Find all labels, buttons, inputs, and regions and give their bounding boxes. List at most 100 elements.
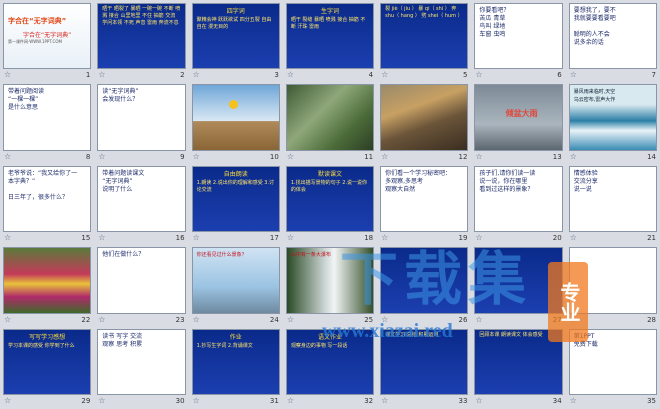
slide-number: 22 <box>81 315 91 324</box>
transition-star-icon: ☆ <box>569 70 577 80</box>
transition-star-icon: ☆ <box>98 233 106 243</box>
transition-star-icon: ☆ <box>4 233 12 243</box>
slide-preview[interactable] <box>3 247 92 314</box>
slide-preview[interactable]: 暴风雨来临时,天空 乌云密布,雷声大作 <box>568 84 657 151</box>
slide-footer: ☆ 3 <box>193 70 279 80</box>
slide-thumbnail-21[interactable]: 情感体验 交流分享 说一说 ☆ 21 <box>568 165 658 244</box>
slide-thumbnail-14[interactable]: 暴风雨来临时,天空 乌云密布,雷声大作 ☆ 14 <box>568 83 658 162</box>
slide-preview[interactable]: 字合在“无字词典” 字合在“无字词典” 第一课件网·WWW.1PPT.COM <box>3 3 92 70</box>
slide-title: 四字词 <box>226 8 245 15</box>
slide-footer: ☆ 30 <box>98 396 184 406</box>
slide-thumbnail-5[interactable]: 裂 jiè（ jiu ） 暴 qi（ shi ） 奔 shu（ hang ） 劈… <box>379 2 469 81</box>
slide-number: 21 <box>647 234 656 243</box>
slide-preview[interactable]: 读“无字词典” 会发现什么？ <box>97 84 186 151</box>
slide-body-text: 你们看一个学习秘密吧： 多观察,多思考 观察大自然 <box>385 169 452 193</box>
slide-footer: ☆ 12 <box>381 152 467 162</box>
slide-preview[interactable]: 他们在做什么？ <box>97 247 186 314</box>
slide-preview[interactable]: 带着问题读课文 “无字词典” 说明了什么 <box>97 165 186 233</box>
slide-preview[interactable]: 晒干 晒裂了 暴晒 一碗一碗 不断 喷溅 接合 山里地里 不住 抽筋 交流 学问… <box>97 3 186 70</box>
slide-title: 默读课文 <box>317 170 342 178</box>
transition-star-icon: ☆ <box>4 70 12 80</box>
transition-star-icon: ☆ <box>4 151 12 161</box>
slide-preview[interactable] <box>191 84 280 151</box>
slide-thumbnail-2[interactable]: 晒干 晒裂了 暴晒 一碗一碗 不断 喷溅 接合 山里地里 不住 抽筋 交流 学问… <box>96 2 186 81</box>
transition-star-icon: ☆ <box>98 396 106 405</box>
slide-footer: ☆ 6 <box>475 70 561 80</box>
transition-star-icon: ☆ <box>98 314 106 324</box>
slide-number: 20 <box>552 234 562 243</box>
slide-thumbnail-4[interactable]: 生字词 晒干 裂缝 暴晒 喷溅 接合 抽筋 不断 汗珠 雷雨 ☆ 4 <box>285 2 375 81</box>
slide-footer: ☆ 7 <box>570 70 656 80</box>
slide-thumbnail-31[interactable]: 作业 1.抄写生字词 2.背诵课文 ☆ 31 <box>191 328 281 407</box>
slide-body-text: 1.朗读 2.说出你的理解和感受 3.讨论交流 <box>196 179 275 193</box>
slide-thumbnail-7[interactable]: 要想我了，要不 我就要要看要吧 聪明的人不会 说多余的话 ☆ 7 <box>568 2 658 81</box>
slide-preview[interactable]: 裂 jiè（ jiu ） 暴 qi（ shi ） 奔 shu（ hang ） 劈… <box>380 3 469 70</box>
slide-preview[interactable]: 情感体验 交流分享 说一说 <box>568 165 657 233</box>
slide-thumbnail-1[interactable]: 字合在“无字词典” 字合在“无字词典” 第一课件网·WWW.1PPT.COM ☆ 1 <box>2 2 92 81</box>
slide-thumbnail-23[interactable]: 他们在做什么？ ☆ 23 <box>96 246 186 325</box>
slide-preview[interactable]: 带着问题阅读 “一棵一棵” 是什么意思 <box>3 84 92 151</box>
slide-thumbnail-10[interactable]: ☆ 10 <box>191 83 281 162</box>
slide-body-text: 晒干 晒裂了 暴晒 一碗一碗 不断 喷溅 接合 山里地里 不住 抽筋 交流 学问… <box>102 6 181 26</box>
slide-title: 生字词 <box>320 8 339 15</box>
slide-thumbnail-6[interactable]: 你要看吧？ 苦瓜 青草 鸟叫 绿地 车窗 虫鸣 ☆ 6 <box>473 2 563 81</box>
slide-preview[interactable]: 自由朗读 1.朗读 2.说出你的理解和感受 3.讨论交流 <box>191 165 280 233</box>
slide-thumbnail-8[interactable]: 带着问题阅读 “一棵一棵” 是什么意思 ☆ 8 <box>2 83 92 162</box>
transition-star-icon: ☆ <box>286 70 295 80</box>
slide-preview[interactable]: 倾盆大雨 <box>474 84 563 151</box>
slide-preview[interactable]: 写写学习感想 学习本课的感受 你学到了什么 <box>3 328 92 395</box>
slide-footer: ☆ 35 <box>570 396 656 406</box>
slide-number: 24 <box>269 315 279 324</box>
slide-number: 28 <box>647 315 656 324</box>
slide-preview[interactable]: 要想我了，要不 我就要要看要吧 聪明的人不会 说多余的话 <box>568 3 657 70</box>
slide-footer: ☆ 2 <box>98 70 184 80</box>
transition-star-icon: ☆ <box>475 151 483 161</box>
slide-preview[interactable]: 你还看见过什么景象？ <box>191 247 280 314</box>
slide-thumbnail-30[interactable]: 读书 写字 交流 观察 思考 积累 ☆ 30 <box>96 328 186 407</box>
slide-number: 23 <box>175 315 185 324</box>
slide-title: 写写学习感想 <box>29 333 66 341</box>
slide-thumbnail-9[interactable]: 读“无字词典” 会发现什么？ ☆ 9 <box>96 83 186 162</box>
slide-number: 14 <box>647 152 656 161</box>
slide-number: 1 <box>85 71 91 80</box>
slide-preview[interactable]: 读书 写字 交流 观察 思考 积累 <box>97 328 186 395</box>
slide-thumbnail-11[interactable]: ☆ 11 <box>285 83 375 162</box>
slide-footer: ☆ 17 <box>193 233 279 243</box>
slide-thumbnail-12[interactable]: ☆ 12 <box>379 83 469 162</box>
slide-title: 字合在“无字词典” <box>23 32 72 39</box>
slide-body-text: 他们在做什么？ <box>102 251 145 259</box>
transition-star-icon: ☆ <box>569 233 577 243</box>
slide-body-text: 你要看吧？ 苦瓜 青草 鸟叫 绿地 车窗 虫鸣 <box>479 7 510 38</box>
slide-thumbnail-3[interactable]: 四字词 聚精会神 跃跃欲试 四分五裂 自由自在 漫无目的 ☆ 3 <box>191 2 281 81</box>
slide-preview[interactable]: 你要看吧？ 苦瓜 青草 鸟叫 绿地 车窗 虫鸣 <box>474 3 563 70</box>
slide-thumbnail-29[interactable]: 写写学习感想 学习本课的感受 你学到了什么 ☆ 29 <box>2 328 92 407</box>
slide-body-text: 裂 jiè（ jiu ） 暴 qi（ shi ） 奔 shu（ hang ） 劈… <box>385 6 463 19</box>
slide-thumbnail-15[interactable]: 老爷爷说：“我又给你了一 本字典？” 日三年了，很多什么？ ☆ 15 <box>2 165 92 244</box>
slide-preview[interactable]: 作业 1.抄写生字词 2.背诵课文 <box>191 328 280 395</box>
slide-number: 31 <box>269 397 279 405</box>
slide-preview[interactable]: 你们看一个学习秘密吧： 多观察,多思考 观察大自然 <box>380 165 469 233</box>
slide-thumbnail-13[interactable]: 倾盆大雨 ☆ 13 <box>473 83 563 162</box>
transition-star-icon: ☆ <box>381 70 389 80</box>
slide-thumbnail-24[interactable]: 你还看见过什么景象？ ☆ 24 <box>191 246 281 325</box>
slide-thumbnail-16[interactable]: 带着问题读课文 “无字词典” 说明了什么 ☆ 16 <box>96 165 186 244</box>
transition-star-icon: ☆ <box>286 233 295 243</box>
slide-preview[interactable]: 孩子们,请你们读一读 说一说，你在哪里 看到过这样的景象？ <box>474 165 563 233</box>
slide-preview[interactable] <box>380 84 469 151</box>
slide-footer: ☆ 13 <box>475 152 561 162</box>
slide-preview[interactable]: 默读课文 1.找出描写景物的句子 2.说一说你的体会 <box>285 165 375 233</box>
slide-number: 12 <box>458 152 468 161</box>
slide-number: 2 <box>180 71 185 80</box>
slide-preview[interactable]: 生字词 晒干 裂缝 暴晒 喷溅 接合 抽筋 不断 汗珠 雷雨 <box>285 3 375 70</box>
slide-body-text: 要想我了，要不 我就要要看要吧 聪明的人不会 说多余的话 <box>573 7 616 46</box>
transition-star-icon: ☆ <box>381 151 389 161</box>
slide-number: 13 <box>552 152 562 161</box>
slide-preview[interactable]: 老爷爷说：“我又给你了一 本字典？” 日三年了，很多什么？ <box>3 165 92 233</box>
transition-star-icon: ☆ <box>475 396 483 405</box>
slide-thumbnail-17[interactable]: 自由朗读 1.朗读 2.说出你的理解和感受 3.讨论交流 ☆ 17 <box>191 165 281 244</box>
slide-thumbnail-22[interactable]: ☆ 22 <box>2 246 92 325</box>
slide-preview[interactable]: 四字词 聚精会神 跃跃欲试 四分五裂 自由自在 漫无目的 <box>191 3 280 70</box>
slide-preview[interactable] <box>285 84 375 151</box>
slide-number: 32 <box>364 397 374 405</box>
watermark-url: www.xiazai.red <box>322 320 453 342</box>
